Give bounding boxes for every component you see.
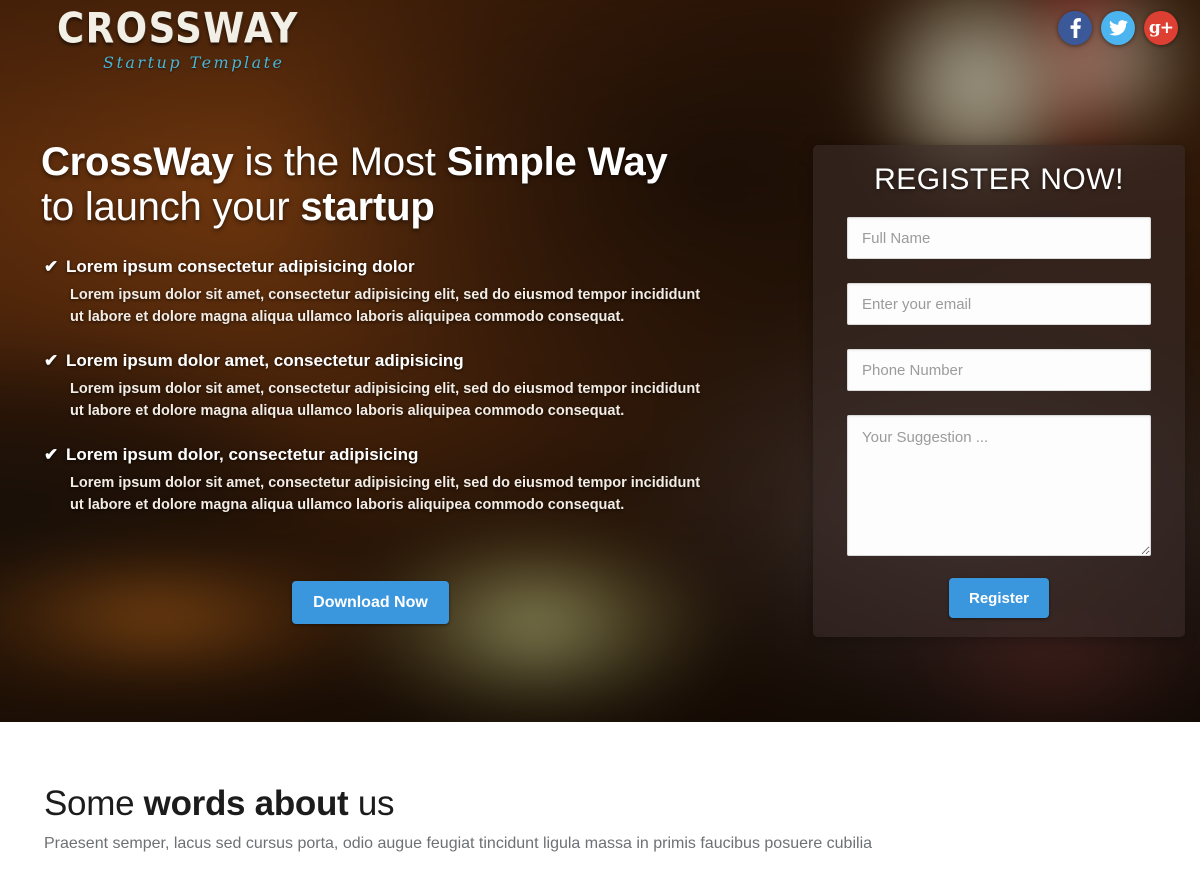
hero-section: CROSSWAY Startup Template g+ CrossWay is… [0, 0, 1200, 722]
suggestion-textarea[interactable] [847, 415, 1151, 556]
about-title-pre: Some [44, 784, 144, 823]
feature-list: ✔ Lorem ipsum consectetur adipisicing do… [44, 257, 724, 516]
logo-wordmark: CROSSWAY [57, 4, 299, 53]
email-input[interactable] [847, 283, 1151, 325]
about-subtitle: Praesent semper, lacus sed cursus porta,… [44, 835, 873, 852]
headline-mid: is the Most [233, 140, 447, 184]
twitter-icon[interactable] [1101, 11, 1135, 45]
headline-brand: CrossWay [41, 140, 234, 184]
check-icon: ✔ [44, 351, 59, 370]
feature-description: Lorem ipsum dolor sit amet, consectetur … [70, 381, 701, 419]
check-icon: ✔ [44, 445, 59, 464]
facebook-icon[interactable] [1058, 11, 1092, 45]
feature-item: ✔ Lorem ipsum consectetur adipisicing do… [44, 257, 724, 328]
headline-line2: to launch your [41, 185, 301, 229]
register-form-panel: REGISTER NOW! Register [813, 145, 1185, 637]
about-section: Some words about us Praesent semper, lac… [0, 722, 1200, 870]
feature-item: ✔ Lorem ipsum dolor, consectetur adipisi… [44, 445, 724, 516]
googleplus-icon[interactable]: g+ [1144, 11, 1178, 45]
about-title-post: us [348, 784, 395, 823]
feature-title: Lorem ipsum consectetur adipisicing dolo… [66, 257, 415, 276]
phone-input[interactable] [847, 349, 1151, 391]
googleplus-glyph: g+ [1148, 17, 1174, 38]
feature-description: Lorem ipsum dolor sit amet, consectetur … [70, 287, 701, 325]
feature-description: Lorem ipsum dolor sit amet, consectetur … [70, 475, 701, 513]
headline-startup: startup [300, 185, 435, 229]
about-title-emphasis: words about [143, 784, 349, 823]
logo-tagline: Startup Template [103, 53, 285, 72]
feature-item: ✔ Lorem ipsum dolor amet, consectetur ad… [44, 351, 724, 422]
full-name-input[interactable] [847, 217, 1151, 259]
feature-heading: ✔ Lorem ipsum dolor, consectetur adipisi… [44, 445, 724, 465]
feature-heading: ✔ Lorem ipsum dolor amet, consectetur ad… [44, 351, 724, 371]
download-now-button[interactable]: Download Now [292, 581, 449, 624]
feature-title: Lorem ipsum dolor, consectetur adipisici… [66, 445, 419, 464]
register-submit-button[interactable]: Register [949, 578, 1049, 618]
hero-headline: CrossWay is the Most Simple Way to launc… [41, 140, 741, 230]
register-title: REGISTER NOW! [874, 163, 1124, 196]
headline-emphasis: Simple Way [446, 140, 668, 184]
feature-title: Lorem ipsum dolor amet, consectetur adip… [66, 351, 464, 370]
feature-heading: ✔ Lorem ipsum consectetur adipisicing do… [44, 257, 724, 277]
about-title: Some words about us [44, 784, 1200, 824]
social-links: g+ [1058, 11, 1178, 45]
site-logo[interactable]: CROSSWAY Startup Template [57, 8, 357, 72]
check-icon: ✔ [44, 257, 59, 276]
